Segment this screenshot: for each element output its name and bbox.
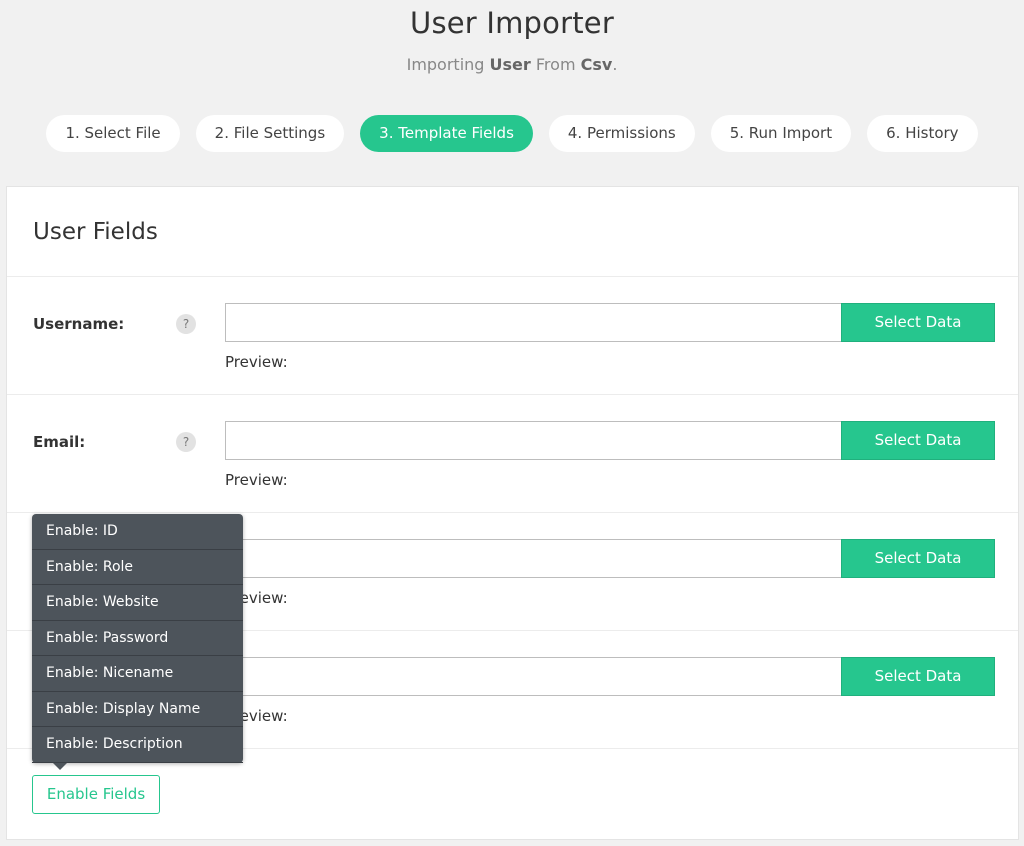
menu-item-enable-id[interactable]: Enable: ID <box>32 514 243 550</box>
select-data-button[interactable]: Select Data <box>841 421 995 460</box>
menu-pointer-arrow <box>53 762 67 770</box>
step-history[interactable]: 6. History <box>867 115 978 152</box>
select-data-button[interactable]: Select Data <box>841 539 995 578</box>
enable-fields-button[interactable]: Enable Fields <box>32 775 160 814</box>
menu-item-enable-website[interactable]: Enable: Website <box>32 585 243 621</box>
step-template-fields[interactable]: 3. Template Fields <box>360 115 533 152</box>
menu-item-enable-role[interactable]: Enable: Role <box>32 550 243 585</box>
step-navigation: 1. Select File 2. File Settings 3. Templ… <box>0 115 1024 152</box>
menu-item-enable-display-name[interactable]: Enable: Display Name <box>32 692 243 727</box>
field-label-email: Email: <box>33 433 86 451</box>
page-subtitle: Importing User From Csv. <box>0 55 1024 74</box>
step-permissions[interactable]: 4. Permissions <box>548 115 695 152</box>
subtitle-middle: From <box>530 55 581 74</box>
field-template-input[interactable] <box>225 657 842 696</box>
menu-item-enable-password[interactable]: Enable: Password <box>32 621 243 656</box>
field-row-email: Email: ? Select Data Preview: <box>7 395 1018 513</box>
field-row-username: Username: ? Select Data Preview: <box>7 277 1018 395</box>
help-icon[interactable]: ? <box>176 314 196 334</box>
step-run-import[interactable]: 5. Run Import <box>710 115 852 152</box>
subtitle-prefix: Importing <box>406 55 490 74</box>
username-template-input[interactable] <box>225 303 842 342</box>
email-template-input[interactable] <box>225 421 842 460</box>
subtitle-entity: User <box>489 55 531 74</box>
field-label-username: Username: <box>33 315 125 333</box>
menu-item-enable-description[interactable]: Enable: Description <box>32 727 243 763</box>
help-icon[interactable]: ? <box>176 432 196 452</box>
page-title: User Importer <box>410 6 614 40</box>
select-data-button[interactable]: Select Data <box>841 657 995 696</box>
step-file-settings[interactable]: 2. File Settings <box>195 115 345 152</box>
menu-item-enable-nicename[interactable]: Enable: Nicename <box>32 656 243 692</box>
panel-title: User Fields <box>33 219 158 245</box>
enable-fields-menu: Enable: ID Enable: Role Enable: Website … <box>32 514 243 770</box>
field-preview: Preview: <box>225 353 288 371</box>
step-select-file[interactable]: 1. Select File <box>46 115 180 152</box>
subtitle-suffix: . <box>612 55 618 74</box>
subtitle-source: Csv <box>580 55 613 74</box>
select-data-button[interactable]: Select Data <box>841 303 995 342</box>
field-template-input[interactable] <box>225 539 842 578</box>
field-preview: Preview: <box>225 471 288 489</box>
